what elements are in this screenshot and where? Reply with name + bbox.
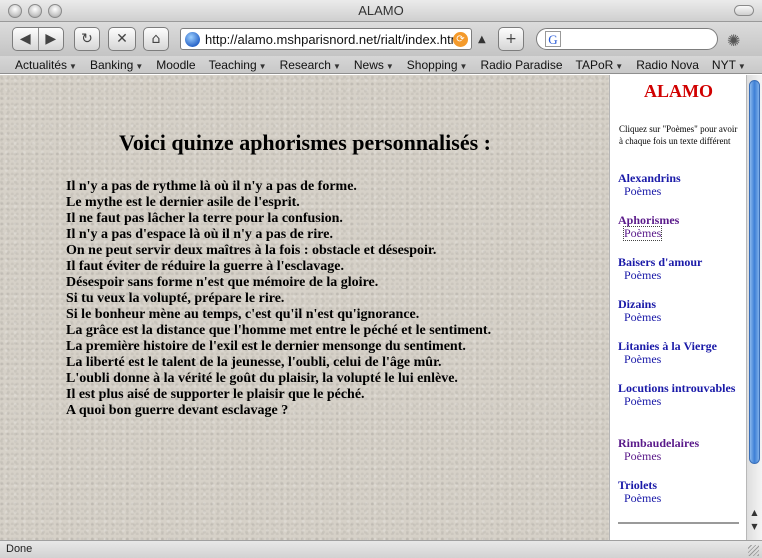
sidebar-scrollbar[interactable]: ▲ ▼ xyxy=(746,75,762,540)
aphorism-line: Si le bonheur mène au temps, c'est qu'il… xyxy=(66,307,420,322)
add-bookmark-button[interactable]: + xyxy=(498,27,524,51)
address-text: http://alamo.mshparisnord.net/rialt/inde… xyxy=(205,32,462,47)
bookmark-label: Moodle xyxy=(156,57,196,72)
home-button[interactable]: ⌂ xyxy=(143,27,169,51)
search-input[interactable]: G xyxy=(536,28,718,50)
poems-link[interactable]: Poèmes xyxy=(622,226,663,241)
rss-icon[interactable]: ⟳ xyxy=(453,32,468,47)
scroll-up-arrow-icon[interactable]: ▲ xyxy=(749,508,760,520)
sidebar-group: Triolets Poèmes xyxy=(618,479,742,505)
navigation-frame: ALAMO Cliquez sur "Poèmes" pour avoir à … xyxy=(611,75,746,540)
bookmark-item[interactable]: Shopping ▼ xyxy=(407,58,468,72)
bookmark-label: Actualités xyxy=(15,57,68,72)
chevron-down-icon: ▼ xyxy=(385,61,394,71)
poems-link[interactable]: Poèmes xyxy=(624,269,661,282)
globe-icon xyxy=(185,32,200,47)
forward-button[interactable]: ▶ xyxy=(39,31,64,47)
aphorism-line: Le mythe est le dernier asile de l'espri… xyxy=(66,195,300,210)
back-button[interactable]: ◀ xyxy=(13,31,38,47)
sidebar-group: Baisers d'amour Poèmes xyxy=(618,256,742,282)
instruction-text: Cliquez sur "Poèmes" pour avoir à chaque… xyxy=(619,124,738,146)
back-forward-control: ◀ ▶ xyxy=(12,27,64,51)
bookmarks-bar: Actualités ▼ Banking ▼ Moodle Teaching ▼ Resear… xyxy=(0,56,762,74)
sidebar-group: Alexandrins Poèmes xyxy=(618,172,742,198)
sidebar-group: Rimbaudelaires Poèmes xyxy=(618,437,742,463)
bookmark-label: Banking xyxy=(89,57,134,72)
poems-link[interactable]: Poèmes xyxy=(624,492,661,505)
chevron-down-icon: ▼ xyxy=(69,61,77,71)
aphorism-line: A quoi bon guerre devant esclavage ? xyxy=(66,403,289,418)
aphorism-line: Il n'y a pas d'espace là où il n'y a pas… xyxy=(66,227,333,242)
aphorism-line: On ne peut servir deux maîtres à la fois… xyxy=(66,243,437,258)
sidebar-group: Dizains Poèmes xyxy=(618,298,742,324)
aphorism-list: Il n'y a pas de rythme là où il n'y a pa… xyxy=(66,179,606,419)
status-bar: Done xyxy=(0,540,762,558)
bookmark-item[interactable]: Moodle xyxy=(156,58,195,72)
bookmark-item[interactable]: Banking ▼ xyxy=(90,58,143,72)
bookmark-label: Radio Nova xyxy=(636,57,699,72)
sidebar-group: Locutions introuvables Poèmes xyxy=(618,382,742,408)
window-titlebar: ALAMO xyxy=(0,0,762,22)
aphorism-line: Il faut éviter de réduire la guerre à l'… xyxy=(66,259,344,274)
bookmark-item[interactable]: Actualités ▼ xyxy=(15,58,77,72)
aphorism-line: Il n'y a pas de rythme là où il n'y a pa… xyxy=(66,179,357,194)
chevron-down-icon: ▼ xyxy=(737,61,746,71)
poems-link[interactable]: Poèmes xyxy=(624,311,661,324)
poems-link[interactable]: Poèmes xyxy=(624,395,661,408)
bookmark-item[interactable]: News ▼ xyxy=(354,58,394,72)
aphorism-line: Désespoir sans forme n'est que mémoire d… xyxy=(66,275,379,290)
aphorism-line: La grâce est la distance que l'homme met… xyxy=(66,323,492,338)
address-bar[interactable]: http://alamo.mshparisnord.net/rialt/inde… xyxy=(180,28,472,50)
scroll-down-arrow-icon[interactable]: ▼ xyxy=(749,522,760,534)
loading-spinner-icon: ✺ xyxy=(727,31,741,50)
chevron-down-icon: ▼ xyxy=(135,61,144,71)
aphorism-line: Si tu veux la volupté, prépare le rire. xyxy=(66,291,285,306)
browser-toolbar: ◀ ▶ ↻ ✕ ⌂ http://alamo.mshparisnord.net/… xyxy=(0,22,762,56)
divider xyxy=(618,522,739,524)
sidebar-group: Aphorismes Poèmes xyxy=(618,214,742,241)
resize-grip-icon[interactable] xyxy=(748,545,759,556)
stop-button[interactable]: ✕ xyxy=(108,27,136,51)
poems-link[interactable]: Poèmes xyxy=(624,185,661,198)
google-icon[interactable]: G xyxy=(545,31,561,47)
bookmark-item[interactable]: Radio Paradise xyxy=(480,58,562,72)
bookmark-label: Shopping xyxy=(406,57,458,72)
bookmark-item[interactable]: Radio Nova xyxy=(636,58,699,72)
poems-link[interactable]: Poèmes xyxy=(624,353,661,366)
site-title: ALAMO xyxy=(644,81,713,101)
poems-link[interactable]: Poèmes xyxy=(624,450,661,463)
aphorism-line: Il ne faut pas lâcher la terre pour la c… xyxy=(66,211,343,226)
page-title: Voici quinze aphorismes personnalisés : xyxy=(118,130,491,155)
bookmark-label: Radio Paradise xyxy=(480,57,563,72)
bookmark-label: TAPoR xyxy=(575,57,614,72)
status-text: Done xyxy=(6,543,33,555)
bookmark-item[interactable]: TAPoR ▼ xyxy=(576,58,624,72)
chevron-down-icon: ▼ xyxy=(615,61,624,71)
bookmark-label: NYT xyxy=(711,57,736,72)
main-frame: Voici quinze aphorismes personnalisés : … xyxy=(0,75,610,540)
bookmark-label: Teaching xyxy=(208,57,257,72)
aphorism-line: La première histoire de l'exil est le de… xyxy=(66,339,466,354)
aphorism-line: La liberté est le talent de la jeunesse,… xyxy=(66,355,442,370)
reload-button[interactable]: ↻ xyxy=(74,27,100,51)
bookmark-label: News xyxy=(353,57,384,72)
sidebar-group: Litanies à la Vierge Poèmes xyxy=(618,340,742,366)
bookmark-item[interactable]: NYT ▼ xyxy=(712,58,746,72)
aphorism-line: Il est plus aisé de supporter le plaisir… xyxy=(66,387,365,402)
aphorism-line: L'oubli donne à la vérité le goût du pla… xyxy=(66,371,458,386)
chevron-down-icon: ▼ xyxy=(258,61,267,71)
url-menu-arrow-icon[interactable]: ▲ xyxy=(478,34,486,45)
window-title: ALAMO xyxy=(358,3,404,18)
bookmark-item[interactable]: Research ▼ xyxy=(280,58,341,72)
chevron-down-icon: ▼ xyxy=(459,61,468,71)
chevron-down-icon: ▼ xyxy=(332,61,341,71)
bookmark-item[interactable]: Teaching ▼ xyxy=(209,58,267,72)
bookmark-label: Research xyxy=(279,57,331,72)
scrollbar-thumb[interactable] xyxy=(749,80,760,464)
toolbar-toggle-button[interactable] xyxy=(734,5,754,16)
